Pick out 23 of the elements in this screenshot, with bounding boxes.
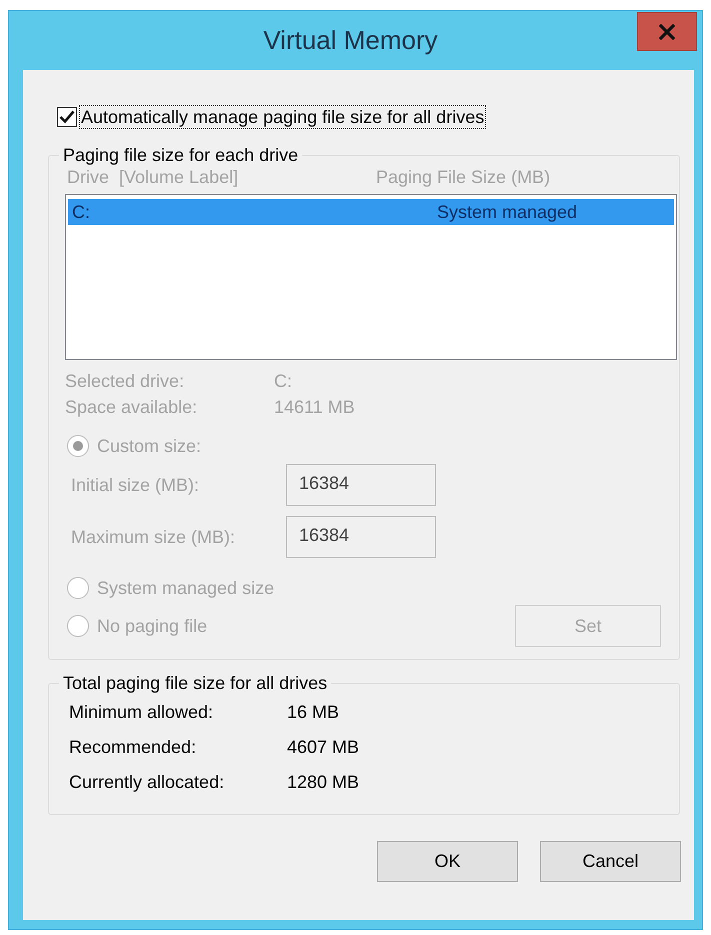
total-label: Currently allocated: bbox=[69, 771, 226, 794]
column-header: Drive [Volume Label] bbox=[67, 166, 240, 188]
total-value: 1280 MB bbox=[287, 771, 360, 794]
close-button[interactable] bbox=[637, 12, 697, 51]
close-icon bbox=[659, 24, 675, 40]
info-label: Selected drive: bbox=[65, 370, 186, 393]
dialog-button[interactable]: Cancel bbox=[540, 841, 681, 882]
total-value: 4607 MB bbox=[287, 736, 360, 759]
window-title: Virtual Memory bbox=[263, 25, 438, 56]
checkbox-label[interactable]: Automatically manage paging file size for all drives bbox=[79, 105, 486, 129]
info-value: C: bbox=[274, 370, 293, 393]
field-label: Initial size (MB): bbox=[71, 474, 200, 496]
total-label: Recommended: bbox=[69, 736, 198, 759]
total-value: 16 MB bbox=[287, 701, 340, 724]
field-label: Maximum size (MB): bbox=[71, 526, 236, 548]
group-title: Paging file size for each drive bbox=[62, 144, 300, 166]
dialog-button[interactable]: OK bbox=[377, 841, 518, 882]
column-header: Paging File Size (MB) bbox=[376, 166, 550, 188]
info-value: 14611 MB bbox=[274, 396, 356, 419]
info-label: Space available: bbox=[65, 396, 198, 419]
checkbox[interactable] bbox=[57, 107, 77, 127]
group-title: Total paging file size for all drives bbox=[62, 672, 328, 694]
total-label: Minimum allowed: bbox=[69, 701, 214, 724]
